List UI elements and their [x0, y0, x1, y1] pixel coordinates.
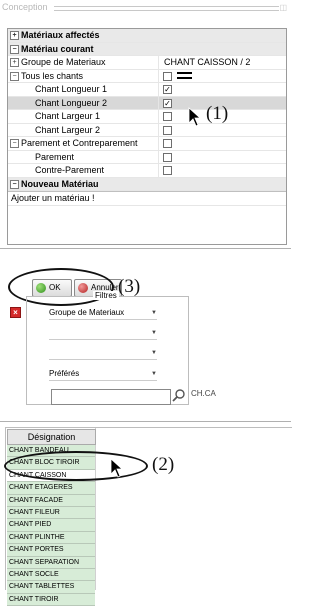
property-label: Groupe de Materiaux [21, 57, 106, 67]
panel-title: Conception [2, 2, 48, 12]
property-row[interactable]: Chant Largeur 2 [8, 123, 286, 137]
column-divider [158, 137, 159, 150]
collapse-icon[interactable]: − [10, 71, 19, 81]
property-checkbox[interactable]: ✓ [163, 85, 172, 94]
list-item[interactable]: CHANT PLINTHE [7, 531, 95, 545]
property-checkbox[interactable]: ✓ [163, 98, 172, 108]
property-checkbox[interactable] [163, 71, 172, 81]
list-separator [0, 421, 291, 422]
property-row[interactable]: + Groupe de Materiaux CHANT CAISSON / 2 [8, 56, 286, 70]
property-row[interactable]: Chant Longueur 1 ✓ [8, 83, 286, 97]
clear-filter-icon[interactable]: × [10, 307, 21, 318]
property-row[interactable]: − Nouveau Matériau [8, 177, 286, 191]
property-label: Matériaux affectés [21, 30, 100, 40]
filter-select-3[interactable]: ▼ [49, 347, 157, 360]
property-label: Contre-Parement [35, 165, 105, 175]
property-row[interactable]: − Tous les chants [8, 69, 286, 83]
favorites-value: Préférés [49, 369, 80, 378]
search-input[interactable] [51, 389, 171, 405]
search-code-label: CH.CA [191, 389, 216, 398]
property-row[interactable]: − Matériau courant [8, 42, 286, 56]
property-label: Tous les chants [21, 70, 84, 81]
title-divider [54, 6, 279, 11]
chevron-down-icon: ▼ [151, 310, 157, 316]
filter-select-2[interactable]: ▼ [49, 327, 157, 340]
list-item[interactable]: CHANT PORTES [7, 544, 95, 557]
edge-band-icon [177, 71, 192, 79]
property-row[interactable]: Contre-Parement [8, 164, 286, 178]
property-label: Chant Longueur 1 [35, 84, 108, 94]
property-label: Chant Largeur 1 [35, 111, 101, 121]
property-checkbox[interactable] [163, 125, 172, 135]
column-header-designation[interactable]: Désignation [7, 429, 96, 445]
property-row[interactable]: − Parement et Contreparement [8, 137, 286, 151]
annotation-3: (3) [118, 276, 141, 297]
highlight-ellipse-list [4, 451, 148, 481]
column-divider [158, 69, 159, 82]
column-divider [158, 123, 159, 136]
list-item[interactable]: CHANT SOCLE [7, 569, 95, 582]
column-divider [158, 150, 159, 163]
panel-title-bar: Conception ◫ [2, 2, 287, 14]
property-value[interactable]: CHANT CAISSON / 2 [164, 56, 250, 69]
property-label: Chant Longueur 2 [35, 97, 108, 108]
collapse-icon[interactable]: − [10, 44, 19, 54]
property-checkbox[interactable] [163, 112, 172, 121]
property-label: Ajouter un matériau ! [11, 193, 95, 203]
list-item[interactable]: CHANT FILEUR [7, 507, 95, 520]
group-filter-value: Groupe de Materiaux [49, 308, 125, 317]
property-checkbox[interactable] [163, 166, 172, 175]
annotation-1: (1) [206, 103, 229, 124]
list-item[interactable]: CHANT PIED [7, 519, 95, 532]
list-item[interactable]: CHANT TABLETTES [7, 581, 95, 594]
list-item[interactable]: CHANT SEPARATION [7, 556, 95, 569]
property-row[interactable]: Parement [8, 150, 286, 164]
property-checkbox[interactable] [163, 139, 172, 148]
expand-icon[interactable]: + [10, 31, 19, 40]
property-label: Parement et Contreparement [21, 138, 138, 148]
property-label: Chant Largeur 2 [35, 124, 101, 135]
material-property-grid: + Matériaux affectés − Matériau courant + Gro… [7, 28, 287, 245]
collapse-icon[interactable]: − [10, 139, 19, 148]
annotation-2: (2) [152, 454, 175, 475]
property-checkbox[interactable] [163, 152, 172, 162]
property-label: Nouveau Matériau [21, 178, 99, 189]
list-item[interactable]: CHANT TIROIR [7, 593, 95, 606]
property-row[interactable]: Ajouter un matériau ! [8, 191, 286, 206]
property-label: Parement [35, 151, 75, 162]
column-divider [158, 56, 159, 69]
column-divider [158, 83, 159, 96]
column-divider [158, 96, 159, 109]
chevron-down-icon: ▼ [151, 371, 157, 377]
pin-icon[interactable]: ◫ [279, 3, 287, 12]
chevron-down-icon: ▼ [151, 350, 157, 356]
chevron-down-icon: ▼ [151, 330, 157, 336]
expand-icon[interactable]: + [10, 58, 19, 67]
list-item[interactable]: CHANT ETAGERES [7, 482, 95, 495]
filters-legend: Filtres [93, 291, 119, 300]
collapse-icon[interactable]: − [10, 179, 19, 189]
group-filter-select[interactable]: Groupe de Materiaux ▼ [49, 307, 157, 320]
property-row[interactable]: + Matériaux affectés [8, 29, 286, 43]
column-divider [158, 164, 159, 177]
property-row[interactable]: Chant Largeur 1 [8, 110, 286, 124]
search-icon[interactable] [172, 388, 186, 402]
favorites-select[interactable]: Préférés ▼ [49, 368, 157, 381]
list-item[interactable]: CHANT FACADE [7, 494, 95, 507]
property-row[interactable]: Chant Longueur 2 ✓ [8, 96, 286, 110]
column-divider [158, 110, 159, 123]
property-label: Matériau courant [21, 43, 94, 54]
panel-separator [0, 248, 291, 249]
